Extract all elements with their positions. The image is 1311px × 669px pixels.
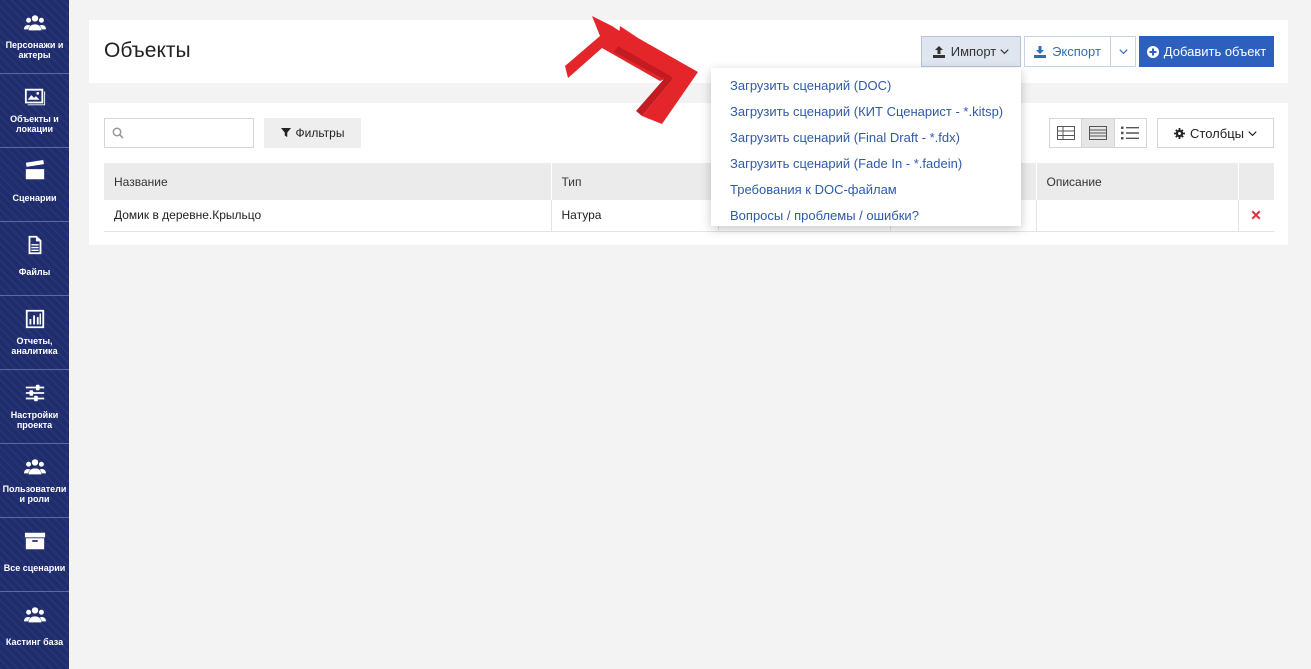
upload-icon bbox=[932, 45, 945, 58]
menu-item-upload-doc[interactable]: Загрузить сценарий (DOC) bbox=[711, 72, 1021, 98]
filter-label: Фильтры bbox=[295, 126, 345, 140]
users-icon bbox=[23, 604, 46, 626]
sidebar-item-users-roles[interactable]: Пользователи и роли bbox=[0, 444, 69, 518]
list-icon bbox=[1121, 126, 1140, 140]
archive-icon bbox=[24, 530, 46, 552]
import-button[interactable]: Импорт bbox=[921, 36, 1021, 67]
import-dropdown-menu: Загрузить сценарий (DOC) Загрузить сцена… bbox=[711, 68, 1021, 226]
pointer-arrows-icon bbox=[565, 16, 698, 124]
filter-icon bbox=[280, 128, 291, 138]
search-input[interactable] bbox=[130, 126, 250, 140]
cell-type[interactable]: Натура bbox=[550, 200, 718, 232]
sidebar-item-label: Все сценарии bbox=[3, 563, 66, 573]
export-options-button[interactable] bbox=[1110, 36, 1136, 67]
menu-item-upload-fdx[interactable]: Загрузить сценарий (Final Draft - *.fdx) bbox=[711, 124, 1021, 150]
image-icon bbox=[24, 86, 46, 108]
sidebar-item-project-settings[interactable]: Настройки проекта bbox=[0, 370, 69, 444]
view-mode-group bbox=[1049, 118, 1147, 148]
column-header-actions bbox=[1237, 163, 1274, 200]
sidebar-item-label: Отчеты, аналитика bbox=[11, 336, 58, 356]
gear-icon bbox=[1174, 127, 1186, 139]
column-header-description[interactable]: Описание bbox=[1035, 163, 1238, 200]
view-list-button[interactable] bbox=[1115, 119, 1146, 147]
menu-item-questions[interactable]: Вопросы / проблемы / ошибки? bbox=[711, 202, 1021, 228]
columns-button[interactable]: Столбцы bbox=[1157, 118, 1274, 148]
sidebar-item-label: Кастинг база bbox=[5, 637, 64, 647]
objects-table: Название Тип Описание Домик в деревне.Кр… bbox=[104, 163, 1274, 232]
download-icon bbox=[1034, 45, 1047, 58]
menu-item-upload-fadein[interactable]: Загрузить сценарий (Fade In - *.fadein) bbox=[711, 150, 1021, 176]
users-icon bbox=[23, 456, 46, 478]
search-icon bbox=[112, 127, 124, 139]
column-header-name[interactable]: Название bbox=[104, 163, 551, 200]
cell-name[interactable]: Домик в деревне.Крыльцо bbox=[104, 200, 551, 232]
add-object-label: Добавить объект bbox=[1163, 44, 1267, 59]
sidebar-item-label: Объекты и локации bbox=[10, 114, 59, 134]
import-label: Импорт bbox=[950, 44, 997, 59]
close-icon bbox=[1251, 210, 1261, 220]
export-button[interactable]: Экспорт bbox=[1024, 36, 1111, 67]
sidebar-item-objects[interactable]: Объекты и локации bbox=[0, 74, 69, 148]
sidebar-item-label: Персонажи и актеры bbox=[5, 40, 64, 60]
sidebar-item-scripts[interactable]: Сценарии bbox=[0, 148, 69, 222]
sidebar-item-all-scripts[interactable]: Все сценарии bbox=[0, 518, 69, 592]
clapperboard-icon bbox=[24, 160, 46, 182]
table-grid-icon bbox=[1056, 126, 1075, 140]
bar-chart-icon bbox=[24, 308, 46, 330]
add-object-button[interactable]: Добавить объект bbox=[1139, 36, 1274, 67]
table-header-row: Название Тип Описание bbox=[104, 163, 1274, 200]
delete-row-button[interactable] bbox=[1237, 200, 1274, 232]
sidebar-item-characters[interactable]: Персонажи и актеры bbox=[0, 0, 69, 74]
rows-icon bbox=[1088, 126, 1107, 140]
sidebar: Персонажи и актеры Объекты и локации Сце… bbox=[0, 0, 69, 669]
sidebar-item-casting[interactable]: Кастинг база bbox=[0, 592, 69, 666]
sidebar-item-label: Файлы bbox=[18, 267, 51, 277]
sidebar-item-label: Настройки проекта bbox=[10, 410, 59, 430]
menu-item-doc-requirements[interactable]: Требования к DOC-файлам bbox=[711, 176, 1021, 202]
sidebar-item-reports[interactable]: Отчеты, аналитика bbox=[0, 296, 69, 370]
columns-label: Столбцы bbox=[1190, 125, 1244, 141]
export-label: Экспорт bbox=[1052, 44, 1101, 59]
menu-item-upload-kitsp[interactable]: Загрузить сценарий (КИТ Сценарист - *.ki… bbox=[711, 98, 1021, 124]
sidebar-item-files[interactable]: Файлы bbox=[0, 222, 69, 296]
search-box[interactable] bbox=[104, 118, 254, 148]
sidebar-item-label: Пользователи и роли bbox=[2, 484, 67, 504]
filter-button[interactable]: Фильтры bbox=[264, 118, 361, 148]
table-row[interactable]: Домик в деревне.Крыльцо Натура bbox=[104, 200, 1274, 232]
cell-description[interactable] bbox=[1035, 200, 1238, 232]
view-rows-button[interactable] bbox=[1082, 119, 1115, 147]
chevron-down-icon bbox=[1000, 47, 1009, 56]
plus-circle-icon bbox=[1146, 45, 1159, 58]
sliders-icon bbox=[24, 382, 46, 404]
view-table-button[interactable] bbox=[1050, 119, 1083, 147]
file-icon bbox=[24, 234, 46, 256]
chevron-down-icon bbox=[1118, 47, 1128, 56]
page-title: Объекты bbox=[104, 39, 191, 62]
sidebar-item-label: Сценарии bbox=[12, 193, 57, 203]
column-header-type[interactable]: Тип bbox=[550, 163, 718, 200]
chevron-down-icon bbox=[1248, 129, 1257, 138]
users-icon bbox=[23, 12, 46, 34]
